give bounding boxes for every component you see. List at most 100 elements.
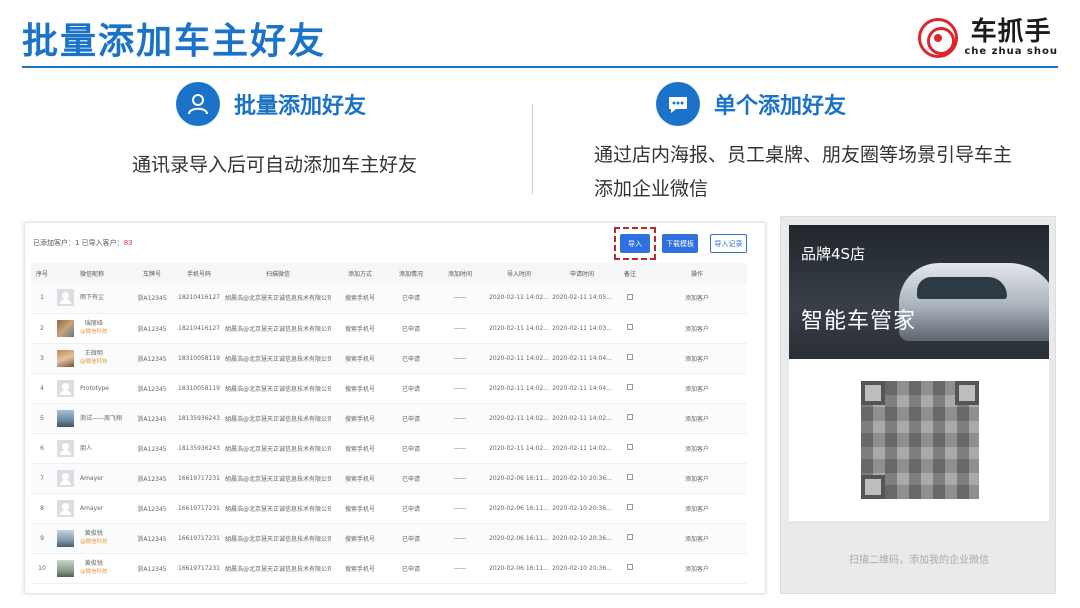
plate-number: 浙A12345 [131,463,173,494]
import-time: 2020-02-06 16:11... [487,553,551,584]
add-time: —— [433,523,487,554]
add-time: —— [433,373,487,404]
import-count: 83 [123,239,133,247]
import-button[interactable]: 导入 [620,234,650,253]
apply-time: 2020-02-10 20:36... [551,493,613,524]
add-customer-action[interactable]: 添加客户 [647,283,747,314]
add-customer-action[interactable]: 添加客户 [647,433,747,464]
avatar [57,439,74,457]
import-table-panel: 已添加客户：1 已导入客户：83 导入 下载模板 导入记录 序号 微信昵称 车牌号手… [24,222,766,594]
add-time: —— [433,553,487,584]
table-row: 6 朋人 浙A12345 18135936243 胡晨浩@北京慧天正诚信息技术有限公司搜… [31,433,747,464]
chat-bubble-icon [656,82,700,126]
feature-single-add: 单个添加好友 [656,82,846,126]
add-status: 已申请 [389,553,433,584]
add-customer-action[interactable]: 添加客户 [647,523,747,554]
row-number: 1 [31,283,53,314]
edit-note-icon[interactable] [627,534,633,540]
feature-batch-description: 通讯录导入后可自动添加车主好友 [132,154,418,176]
avatar [57,319,74,337]
plate-number: 浙A12345 [131,403,173,434]
row-number: 10 [31,553,53,584]
add-status: 已申请 [389,403,433,434]
feature-batch-add: 批量添加好友 [176,82,366,126]
add-time: —— [433,283,487,314]
avatar [57,409,74,427]
qr-caption: 扫描二维码，添加我的企业微信 [849,555,989,566]
edit-note-icon[interactable] [627,293,633,300]
logo-name-en: che zhua shou [964,46,1058,57]
edit-note-icon[interactable] [627,474,633,480]
add-time: —— [433,463,487,494]
logo-name-cn: 车抓手 [970,17,1052,47]
row-number: 7 [31,463,53,494]
add-customer-action[interactable]: 添加客户 [647,553,747,584]
edit-note-icon[interactable] [627,564,633,570]
qr-banner-title: 智能车管家 [801,309,917,334]
edit-note-icon[interactable] [627,504,633,510]
add-customer-action[interactable]: 添加客户 [647,343,747,374]
add-customer-action[interactable]: 添加客户 [647,463,747,494]
add-customer-action[interactable]: 添加客户 [647,313,747,344]
add-status: 已申请 [389,463,433,494]
avatar [57,289,74,307]
apply-time: 2020-02-10 20:36... [551,523,613,554]
column-header: 备注 [613,263,647,283]
add-method: 搜索手机号 [331,493,389,524]
phone-number: 16619717231 [173,463,225,494]
add-time: —— [433,493,487,524]
add-status: 已申请 [389,343,433,374]
contacts-table: 序号 微信昵称 车牌号 手机号码 扫描微信 添加方式 添加情况 添加时间 导入时间 申请时间 备注操… [31,263,747,584]
add-customer-action[interactable]: 添加客户 [647,493,747,524]
plate-number: 浙A12345 [131,553,173,584]
avatar [57,379,74,397]
edit-note-icon[interactable] [627,414,633,420]
avatar [57,499,74,517]
wechat-nickname: 测试——周飞翔 [80,414,123,422]
column-header: 手机号码 [173,263,225,283]
phone-number: 16619717231 [173,523,225,554]
wechat-nickname: 瑞丽娅 [84,320,103,327]
import-record-button[interactable]: 导入记录 [710,234,747,253]
edit-note-icon[interactable] [627,354,633,360]
plate-number: 浙A12345 [131,313,173,344]
add-method: 搜索手机号 [331,403,389,434]
scan-wechat: 胡晨浩@北京慧天正诚信息技术有限公司 [225,553,331,584]
column-header: 添加方式 [331,263,389,283]
import-summary: 已添加客户：1 已导入客户：83 [33,239,133,247]
column-header: 车牌号 [131,263,173,283]
edit-note-icon[interactable] [627,444,633,450]
phone-number: 18310058119 [173,373,225,404]
scan-wechat: 胡晨浩@北京慧天正诚信息技术有限公司 [225,433,331,464]
table-row: 4 Prototype 浙A12345 18310058119 胡晨浩@北京慧天正诚信息… [31,373,747,404]
wechat-nickname: 朋人 [80,444,93,452]
phone-number: 18210416127 [173,313,225,344]
add-customer-action[interactable]: 添加客户 [647,373,747,404]
qr-code[interactable] [861,381,979,499]
qr-card-banner: 品牌4S店 智能车管家 [789,225,1049,359]
wechat-nickname: Prototype [80,384,109,392]
apply-time: 2020-02-11 14:03... [551,313,613,344]
row-number: 6 [31,433,53,464]
add-time: —— [433,313,487,344]
add-customer-action[interactable]: 添加客户 [647,403,747,434]
add-time: —— [433,433,487,464]
avatar [57,349,74,367]
edit-note-icon[interactable] [627,384,633,390]
table-row: 2 瑞丽娅 @微信科技 浙A12345 18210416127 胡晨浩@北京慧天正诚信息技… [31,313,747,344]
add-status: 已申请 [389,283,433,314]
edit-note-icon[interactable] [627,324,633,330]
download-template-button[interactable]: 下载模板 [662,234,698,253]
brand-logo: 车抓手 che zhua shou [918,18,1058,58]
wechat-nickname: 雨下有尘 [80,294,105,302]
import-time: 2020-02-11 14:02... [487,373,551,404]
apply-time: 2020-02-11 14:05... [551,283,613,314]
table-row: 10 黄俊锐 @微信科技 浙A12345 16619717231 胡晨浩@北京慧天正诚信息… [31,553,747,584]
column-header: 微信昵称 [53,263,131,283]
avatar [57,529,74,547]
import-time: 2020-02-11 14:02... [487,343,551,374]
phone-number: 18210416127 [173,283,225,314]
plate-number: 浙A12345 [131,283,173,314]
apply-time: 2020-02-11 14:04... [551,373,613,404]
column-header: 申请时间 [551,263,613,283]
